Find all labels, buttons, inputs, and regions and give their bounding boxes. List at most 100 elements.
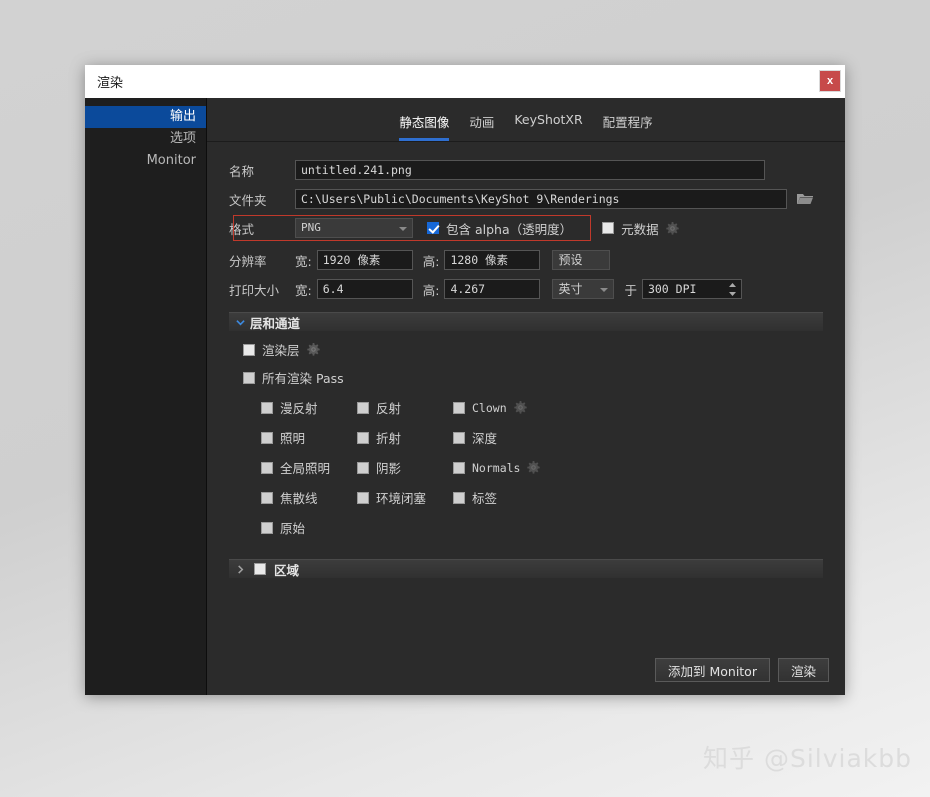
- pass-checkbox[interactable]: [261, 461, 273, 474]
- pass-checkbox[interactable]: [261, 491, 273, 504]
- pass-checkbox[interactable]: [261, 431, 273, 444]
- render-layers-row[interactable]: 渲染层: [243, 340, 823, 359]
- pass-depth[interactable]: 深度: [453, 428, 563, 447]
- pass-checkbox[interactable]: [357, 491, 369, 504]
- format-label: 格式: [229, 221, 255, 237]
- all-passes-row[interactable]: 所有渲染 Pass: [243, 368, 823, 387]
- dialog-titlebar: 渲染 x: [85, 65, 845, 98]
- alpha-label: 包含 alpha（透明度）: [446, 221, 573, 237]
- tab-bar: 静态图像 动画 KeyShotXR 配置程序: [207, 98, 845, 142]
- pass-label-channel[interactable]: 标签: [453, 488, 563, 507]
- pass-checkbox[interactable]: [453, 401, 465, 414]
- dpi-input[interactable]: 300 DPI: [641, 279, 742, 299]
- gear-icon[interactable]: [527, 461, 541, 474]
- gear-icon[interactable]: [513, 401, 527, 414]
- pass-raw[interactable]: 原始: [261, 518, 357, 537]
- res-width-input[interactable]: 1920 像素: [316, 250, 413, 270]
- render-layers-checkbox[interactable]: [243, 343, 255, 356]
- pass-ambient-occlusion[interactable]: 环境闭塞: [357, 488, 453, 507]
- format-select[interactable]: PNG: [295, 218, 413, 238]
- sidebar-item-label: 选项: [169, 131, 196, 146]
- alpha-checkbox-group[interactable]: 包含 alpha（透明度）: [427, 219, 572, 238]
- render-button[interactable]: 渲染: [777, 658, 829, 682]
- tab-configurator[interactable]: 配置程序: [603, 112, 653, 141]
- spinner-icon[interactable]: [728, 282, 737, 297]
- pass-checkbox[interactable]: [357, 431, 369, 444]
- pass-label: Clown: [472, 400, 507, 415]
- tab-still-image[interactable]: 静态图像: [399, 112, 450, 141]
- pass-checkbox[interactable]: [261, 401, 273, 414]
- print-size-row: 打印大小 宽: 6.4 高: 4.267 英寸 于 300 DPI: [229, 279, 823, 299]
- pass-normals[interactable]: Normals: [453, 458, 563, 477]
- pass-global-illumination[interactable]: 全局照明: [261, 458, 357, 477]
- folder-input[interactable]: C:\Users\Public\Documents\KeyShot 9\Rend…: [295, 189, 787, 209]
- name-input[interactable]: untitled.241.png: [295, 160, 765, 180]
- pass-checkbox[interactable]: [357, 401, 369, 414]
- chevron-down-icon: [399, 227, 407, 231]
- all-passes-checkbox[interactable]: [243, 371, 255, 384]
- print-width-input[interactable]: 6.4: [316, 279, 413, 299]
- sidebar-item-options[interactable]: 选项: [85, 128, 206, 150]
- region-section-header[interactable]: 区域: [229, 559, 823, 578]
- pass-label: 深度: [472, 431, 498, 446]
- pass-label: 原始: [280, 521, 306, 536]
- close-icon: x: [826, 75, 834, 87]
- metadata-checkbox-group[interactable]: 元数据: [602, 219, 679, 238]
- folder-label: 文件夹: [229, 192, 267, 208]
- dialog-content: 静态图像 动画 KeyShotXR 配置程序 名称 untitled.241.p…: [207, 98, 845, 695]
- unit-value: 英寸: [558, 282, 583, 296]
- dialog-footer: 添加到 Monitor 渲染: [654, 658, 829, 682]
- gear-icon[interactable]: [665, 221, 679, 235]
- region-section-label: 区域: [274, 562, 300, 578]
- dpi-value: 300 DPI: [647, 282, 697, 296]
- add-to-monitor-button[interactable]: 添加到 Monitor: [654, 658, 770, 682]
- folder-open-icon[interactable]: [796, 191, 814, 207]
- pass-label: 环境闭塞: [376, 491, 427, 506]
- res-height-input[interactable]: 1280 像素: [444, 250, 541, 270]
- alpha-checkbox[interactable]: [427, 222, 439, 234]
- tab-keyshotxr[interactable]: KeyShotXR: [514, 112, 582, 141]
- pass-refraction[interactable]: 折射: [357, 428, 453, 447]
- all-passes-label: 所有渲染 Pass: [262, 371, 344, 386]
- layers-section-header[interactable]: 层和通道: [229, 312, 823, 331]
- format-row: 格式 PNG 包含 alpha（透明度） 元数据: [229, 215, 823, 241]
- pass-clown[interactable]: Clown: [453, 398, 563, 417]
- pass-shadow[interactable]: 阴影: [357, 458, 453, 477]
- pass-label: 全局照明: [280, 461, 331, 476]
- gear-icon[interactable]: [306, 343, 320, 356]
- close-button[interactable]: x: [819, 70, 841, 92]
- print-size-label: 打印大小: [229, 282, 280, 298]
- pass-checkbox[interactable]: [453, 461, 465, 474]
- print-height-input[interactable]: 4.267: [444, 279, 541, 299]
- layers-section-label: 层和通道: [250, 315, 301, 331]
- resolution-label: 分辨率: [229, 253, 267, 269]
- preset-select[interactable]: 预设: [552, 250, 611, 270]
- pass-checkbox[interactable]: [357, 461, 369, 474]
- pass-label: 照明: [280, 431, 306, 446]
- pass-diffuse[interactable]: 漫反射: [261, 398, 357, 417]
- sidebar-item-output[interactable]: 输出: [85, 106, 206, 128]
- tab-animation[interactable]: 动画: [469, 112, 494, 141]
- pass-checkbox[interactable]: [453, 491, 465, 504]
- sidebar-item-monitor[interactable]: Monitor: [85, 150, 206, 172]
- sidebar: 输出 选项 Monitor: [85, 98, 207, 695]
- pass-checkbox[interactable]: [453, 431, 465, 444]
- resolution-row: 分辨率 宽: 1920 像素 高: 1280 像素 预设: [229, 250, 823, 270]
- print-width-label: 宽:: [295, 282, 312, 298]
- chevron-down-icon: [600, 288, 609, 292]
- pass-checkbox[interactable]: [261, 521, 273, 534]
- region-checkbox[interactable]: [254, 563, 266, 575]
- pass-label: 标签: [472, 491, 498, 506]
- pass-caustics[interactable]: 焦散线: [261, 488, 357, 507]
- format-value: PNG: [301, 221, 321, 234]
- pass-lighting[interactable]: 照明: [261, 428, 357, 447]
- unit-select[interactable]: 英寸: [552, 279, 615, 299]
- chevron-right-icon[interactable]: [236, 564, 245, 574]
- folder-row: 文件夹 C:\Users\Public\Documents\KeyShot 9\…: [229, 189, 823, 209]
- metadata-checkbox[interactable]: [602, 222, 615, 234]
- pass-reflection[interactable]: 反射: [357, 398, 453, 417]
- sidebar-item-label: 输出: [169, 109, 196, 124]
- chevron-down-icon[interactable]: [236, 318, 245, 327]
- pass-label: 焦散线: [280, 491, 318, 506]
- render-dialog: 渲染 x 输出 选项 Monitor 静态图像 动画 KeyShotXR 配置程…: [85, 65, 845, 695]
